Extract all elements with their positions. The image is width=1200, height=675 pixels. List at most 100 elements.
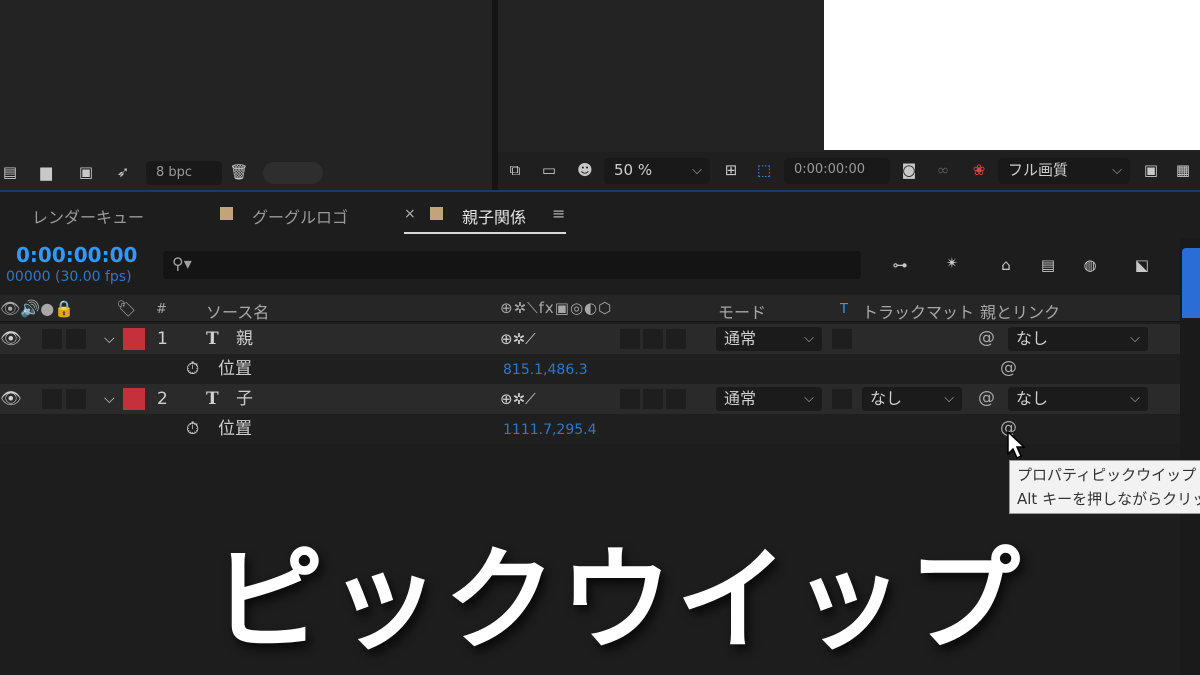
pickwhip-icon[interactable]: @ (1000, 358, 1017, 378)
layer-number: 2 (157, 389, 168, 409)
chevron-down-icon: ⌵ (944, 391, 954, 406)
folder-icon[interactable]: ▆ (36, 162, 56, 182)
region-of-interest-icon[interactable]: ⬚ (752, 160, 776, 180)
switch-cell[interactable] (666, 389, 686, 409)
shy-layers-icon[interactable]: ⌂ (992, 255, 1020, 275)
resolution-select[interactable]: フル画質 ⌵ (998, 158, 1130, 184)
channel-icon[interactable]: ❀ (968, 160, 990, 180)
property-name: 位置 (218, 359, 252, 379)
switch-cell[interactable] (643, 329, 663, 349)
tab-render-queue[interactable]: レンダーキュー (32, 204, 144, 228)
layer-switches-icons[interactable]: ⊕✲⟋ (500, 388, 536, 410)
always-preview-icon[interactable]: ⧉ (504, 160, 526, 180)
trash-icon[interactable]: 🗑 (228, 162, 250, 182)
mask-icon[interactable]: ☻ (572, 160, 598, 180)
pickwhip-icon[interactable]: @ (978, 328, 995, 348)
flowchart-icon[interactable]: ▤ (0, 162, 20, 182)
bit-depth-button[interactable]: 8 bpc (146, 161, 222, 185)
position-value[interactable]: 1111.7,295.4 (503, 419, 597, 441)
position-value[interactable]: 815.1,486.3 (503, 359, 588, 381)
chevron-down-icon: ⌵ (1112, 163, 1122, 178)
parent-select[interactable]: なし ⌵ (1008, 387, 1148, 411)
switch-cell[interactable] (620, 329, 640, 349)
expand-chevron-icon[interactable]: ⌵ (104, 328, 115, 350)
stopwatch-icon[interactable]: ⏱ (186, 358, 199, 380)
mode-value: 通常 (724, 389, 757, 408)
project-footer: ▤ ▆ ▣ ➶ 8 bpc 🗑 (0, 158, 492, 190)
composition-swatch (220, 207, 233, 220)
comp-flowchart-icon[interactable]: ⊶ (886, 255, 914, 275)
layer-label-color[interactable] (123, 388, 145, 410)
motion-blur-icon[interactable]: ◍ (1076, 255, 1104, 275)
camera-icon[interactable]: ◙ (898, 160, 920, 180)
preserve-transparency-header: T (840, 302, 848, 317)
layer-label-color[interactable] (123, 328, 145, 350)
frame-blending-icon[interactable]: ▤ (1034, 255, 1062, 275)
show-snapshot-icon[interactable]: ∞ (932, 160, 954, 180)
property-row: ⏱ 位置 815.1,486.3 @ (0, 354, 1180, 384)
viewer-toolbar: ⧉ ▭ ☻ 50 % ⌵ ⊞ ⬚ 0:00:00:00 ◙ ∞ ❀ フル画質 ⌵… (498, 152, 1200, 190)
scrollbar-thumb[interactable] (263, 162, 323, 184)
parent-select[interactable]: なし ⌵ (1008, 327, 1148, 351)
composition-icon[interactable]: ▣ (74, 162, 98, 182)
grid-guides-icon[interactable]: ⊞ (720, 160, 742, 180)
text-layer-icon: T (206, 389, 219, 409)
current-time-display[interactable]: 0:00:00:00 (16, 243, 137, 267)
switch-cell[interactable] (620, 389, 640, 409)
draft-3d-icon[interactable]: ✴ (938, 253, 966, 273)
layer-name[interactable]: 親 (236, 328, 253, 350)
layer-switches-icons[interactable]: ⊕✲⟋ (500, 328, 536, 350)
property-name: 位置 (218, 419, 252, 439)
chevron-down-icon: ⌵ (804, 331, 814, 346)
chevron-down-icon: ⌵ (804, 391, 814, 406)
layer-search-input[interactable] (163, 251, 861, 279)
layer-row[interactable]: 👁 ⌵ 1 T 親 ⊕✲⟋ 通常 ⌵ @ なし ⌵ (0, 324, 1180, 354)
zoom-select[interactable]: 50 % ⌵ (604, 158, 710, 184)
visibility-eye-icon[interactable]: 👁 (0, 388, 22, 410)
mode-value: 通常 (724, 329, 757, 348)
fast-previews-icon[interactable]: ▣ (1140, 160, 1162, 180)
render-icon[interactable]: ➶ (112, 162, 134, 182)
mode-select[interactable]: 通常 ⌵ (716, 387, 822, 411)
parent-link-header[interactable]: 親とリンク (980, 299, 1060, 323)
close-tab-icon[interactable]: × (404, 206, 416, 222)
chevron-down-icon: ⌵ (1130, 331, 1140, 346)
active-tab-indicator (404, 232, 566, 234)
number-header: # (156, 302, 167, 317)
expand-chevron-icon[interactable]: ⌵ (104, 388, 115, 410)
preserve-transparency-toggle[interactable] (832, 389, 852, 409)
lock-toggle[interactable] (66, 389, 86, 409)
graph-editor-icon[interactable]: ⬕ (1128, 255, 1156, 275)
visibility-eye-icon[interactable]: 👁 (0, 328, 22, 350)
resolution-value: フル画質 (1008, 161, 1069, 179)
tab-parenting[interactable]: 親子関係 (462, 204, 526, 228)
audio-toggle[interactable] (42, 329, 62, 349)
mode-select[interactable]: 通常 ⌵ (716, 327, 822, 351)
track-matte-header[interactable]: トラックマット (862, 299, 974, 323)
search-icon: ⚲▾ (172, 254, 192, 273)
preserve-transparency-toggle[interactable] (832, 329, 852, 349)
layer-row[interactable]: 👁 ⌵ 2 T 子 ⊕✲⟋ 通常 ⌵ なし ⌵ @ なし ⌵ (0, 384, 1180, 414)
monitor-icon[interactable]: ▭ (538, 160, 560, 180)
composition-swatch (430, 207, 443, 220)
tab-google-logo[interactable]: グーグルロゴ (252, 204, 348, 228)
work-area-bar[interactable] (1182, 248, 1200, 318)
mode-header[interactable]: モード (718, 299, 766, 323)
frame-count: 00000 (30.00 fps) (6, 269, 132, 285)
stopwatch-icon[interactable]: ⏱ (186, 418, 199, 440)
transparency-grid-icon[interactable]: ▦ (1172, 160, 1194, 180)
switch-cell[interactable] (666, 329, 686, 349)
layer-name[interactable]: 子 (236, 388, 253, 410)
track-matte-select[interactable]: なし ⌵ (862, 387, 962, 411)
switch-cell[interactable] (643, 389, 663, 409)
tab-menu-icon[interactable]: ≡ (552, 204, 565, 223)
composition-canvas[interactable] (824, 0, 1200, 150)
pickwhip-icon[interactable]: @ (978, 388, 995, 408)
property-row: ⏱ 位置 1111.7,295.4 @ (0, 414, 1180, 444)
viewer-timecode[interactable]: 0:00:00:00 (784, 158, 890, 184)
mouse-cursor-icon (1007, 430, 1026, 460)
lock-toggle[interactable] (66, 329, 86, 349)
source-name-header[interactable]: ソース名 (206, 299, 269, 323)
audio-toggle[interactable] (42, 389, 62, 409)
parent-value: なし (1016, 329, 1049, 348)
